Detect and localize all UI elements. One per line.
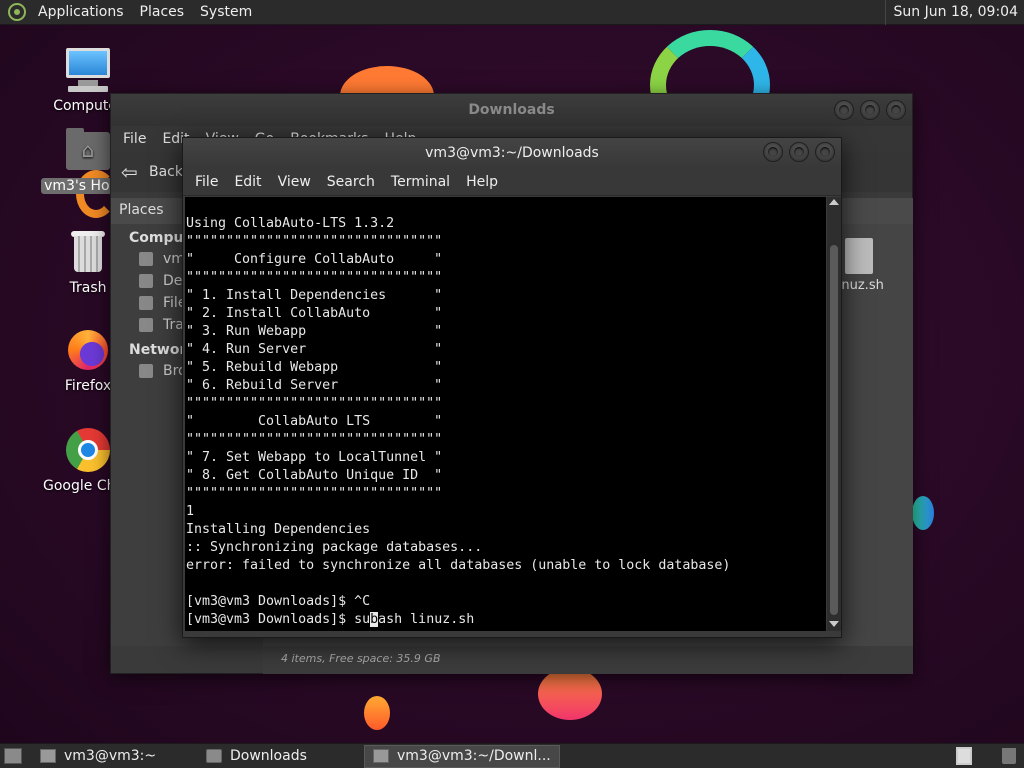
terminal-line: """""""""""""""""""""""""""""""" — [186, 486, 443, 501]
window-title: vm3@vm3:~/Downloads — [425, 145, 599, 161]
terminal-line: """""""""""""""""""""""""""""""" — [186, 432, 443, 447]
top-panel: Applications Places System Sun Jun 18, 0… — [0, 0, 1024, 25]
terminal-line: " 4. Run Server " — [186, 342, 443, 357]
terminal-line: """""""""""""""""""""""""""""""" — [186, 234, 443, 249]
applications-menu[interactable]: Applications — [30, 4, 132, 20]
clock[interactable]: Sun Jun 18, 09:04 — [894, 4, 1024, 20]
terminal-line: " 8. Get CollabAuto Unique ID " — [186, 468, 443, 483]
terminal-scrollbar[interactable] — [827, 197, 841, 631]
desktop-icon-label: Trash — [69, 280, 107, 296]
back-button[interactable]: Back — [149, 164, 183, 180]
menu-search[interactable]: Search — [319, 174, 383, 190]
terminal-menubar: File Edit View Search Terminal Help — [183, 168, 841, 196]
taskbar-item-label: Downloads — [230, 748, 307, 764]
close-button[interactable] — [886, 100, 906, 120]
terminal-line: " 6. Rebuild Server " — [186, 378, 443, 393]
maximize-button[interactable] — [860, 100, 880, 120]
trash-applet-icon[interactable] — [1002, 748, 1016, 764]
shell-prompt: [vm3@vm3 Downloads]$ — [186, 612, 355, 627]
taskbar-item-label: vm3@vm3:~/Downl... — [397, 748, 551, 764]
text-cursor: b — [370, 612, 379, 627]
terminal-line: [vm3@vm3 Downloads]$ ^C — [186, 594, 371, 609]
terminal-line: """""""""""""""""""""""""""""""" — [186, 270, 443, 285]
home-icon — [139, 252, 153, 266]
desktop-icon — [139, 274, 153, 288]
places-menu[interactable]: Places — [132, 4, 193, 20]
terminal-line: " 3. Run Webapp " — [186, 324, 443, 339]
distro-logo-icon[interactable] — [8, 3, 26, 21]
system-menu[interactable]: System — [192, 4, 260, 20]
terminal-output: Using CollabAuto-LTS 1.3.2 """"""""""""""… — [185, 197, 826, 629]
menu-help[interactable]: Help — [458, 174, 506, 190]
trash-icon — [64, 228, 112, 276]
back-arrow-icon[interactable]: ⇦ — [121, 160, 143, 184]
menu-file[interactable]: File — [115, 131, 154, 147]
menu-view[interactable]: View — [270, 174, 319, 190]
network-icon — [139, 364, 153, 378]
bottom-panel: vm3@vm3:~ Downloads vm3@vm3:~/Downl... — [0, 743, 1024, 768]
terminal-titlebar[interactable]: vm3@vm3:~/Downloads — [183, 138, 841, 168]
desktop-icon-label: Firefox — [64, 378, 112, 394]
panel-separator — [884, 0, 886, 25]
taskbar-item-terminal-home[interactable]: vm3@vm3:~ — [32, 745, 198, 768]
typed-command-before: su — [354, 612, 371, 627]
scroll-down-arrow-icon[interactable] — [829, 621, 839, 627]
terminal-line: :: Synchronizing package databases... — [186, 540, 483, 555]
terminal-line: error: failed to synchronize all databas… — [186, 558, 731, 573]
terminal-line: " CollabAuto LTS " — [186, 414, 443, 429]
taskbar-item-terminal-downloads[interactable]: vm3@vm3:~/Downl... — [364, 744, 560, 768]
terminal-line: Using CollabAuto-LTS 1.3.2 — [186, 216, 395, 231]
drive-icon — [139, 296, 153, 310]
minimize-button[interactable] — [834, 100, 854, 120]
terminal-line: " 2. Install CollabAuto " — [186, 306, 443, 321]
taskbar-item-downloads[interactable]: Downloads — [198, 745, 364, 768]
folder-icon — [206, 749, 222, 763]
terminal-line: " 1. Install Dependencies " — [186, 288, 443, 303]
computer-icon — [64, 46, 112, 94]
wallpaper-small-shape — [364, 696, 390, 730]
terminal-line: """""""""""""""""""""""""""""""" — [186, 396, 443, 411]
terminal-line: Installing Dependencies — [186, 522, 371, 537]
chrome-icon — [64, 426, 112, 474]
menu-terminal[interactable]: Terminal — [383, 174, 458, 190]
terminal-window[interactable]: vm3@vm3:~/Downloads File Edit View Searc… — [182, 137, 842, 638]
scrollbar-thumb[interactable] — [830, 245, 838, 615]
menu-file[interactable]: File — [187, 174, 226, 190]
wallpaper-bottom-shape — [538, 668, 602, 720]
close-button[interactable] — [815, 142, 835, 162]
maximize-button[interactable] — [789, 142, 809, 162]
terminal-line: 1 — [186, 504, 195, 519]
terminal-line: " Configure CollabAuto " — [186, 252, 443, 267]
firefox-icon — [64, 326, 112, 374]
script-file-icon — [845, 238, 873, 274]
minimize-button[interactable] — [763, 142, 783, 162]
home-folder-icon: ⌂ — [64, 126, 112, 174]
terminal-line: " 5. Rebuild Webapp " — [186, 360, 443, 375]
workspace-switcher[interactable] — [956, 747, 972, 765]
scroll-up-arrow-icon[interactable] — [829, 199, 839, 205]
file-manager-titlebar[interactable]: Downloads — [111, 94, 912, 126]
terminal-icon — [373, 749, 389, 763]
window-title: Downloads — [468, 102, 555, 118]
menu-edit[interactable]: Edit — [226, 174, 269, 190]
trash-icon — [139, 318, 153, 332]
terminal-prompt-line[interactable]: [vm3@vm3 Downloads]$ subash linuz.sh — [186, 611, 826, 629]
file-manager-statusbar: 4 items, Free space: 35.9 GB — [263, 646, 913, 674]
wallpaper-blue-shape — [912, 496, 934, 530]
terminal-icon — [40, 749, 56, 763]
terminal-line: " 7. Set Webapp to LocalTunnel " — [186, 450, 443, 465]
terminal-screen[interactable]: Using CollabAuto-LTS 1.3.2 """"""""""""""… — [185, 197, 826, 631]
show-desktop-icon[interactable] — [4, 748, 22, 764]
typed-command-after: ash linuz.sh — [378, 612, 475, 627]
taskbar-item-label: vm3@vm3:~ — [64, 748, 157, 764]
